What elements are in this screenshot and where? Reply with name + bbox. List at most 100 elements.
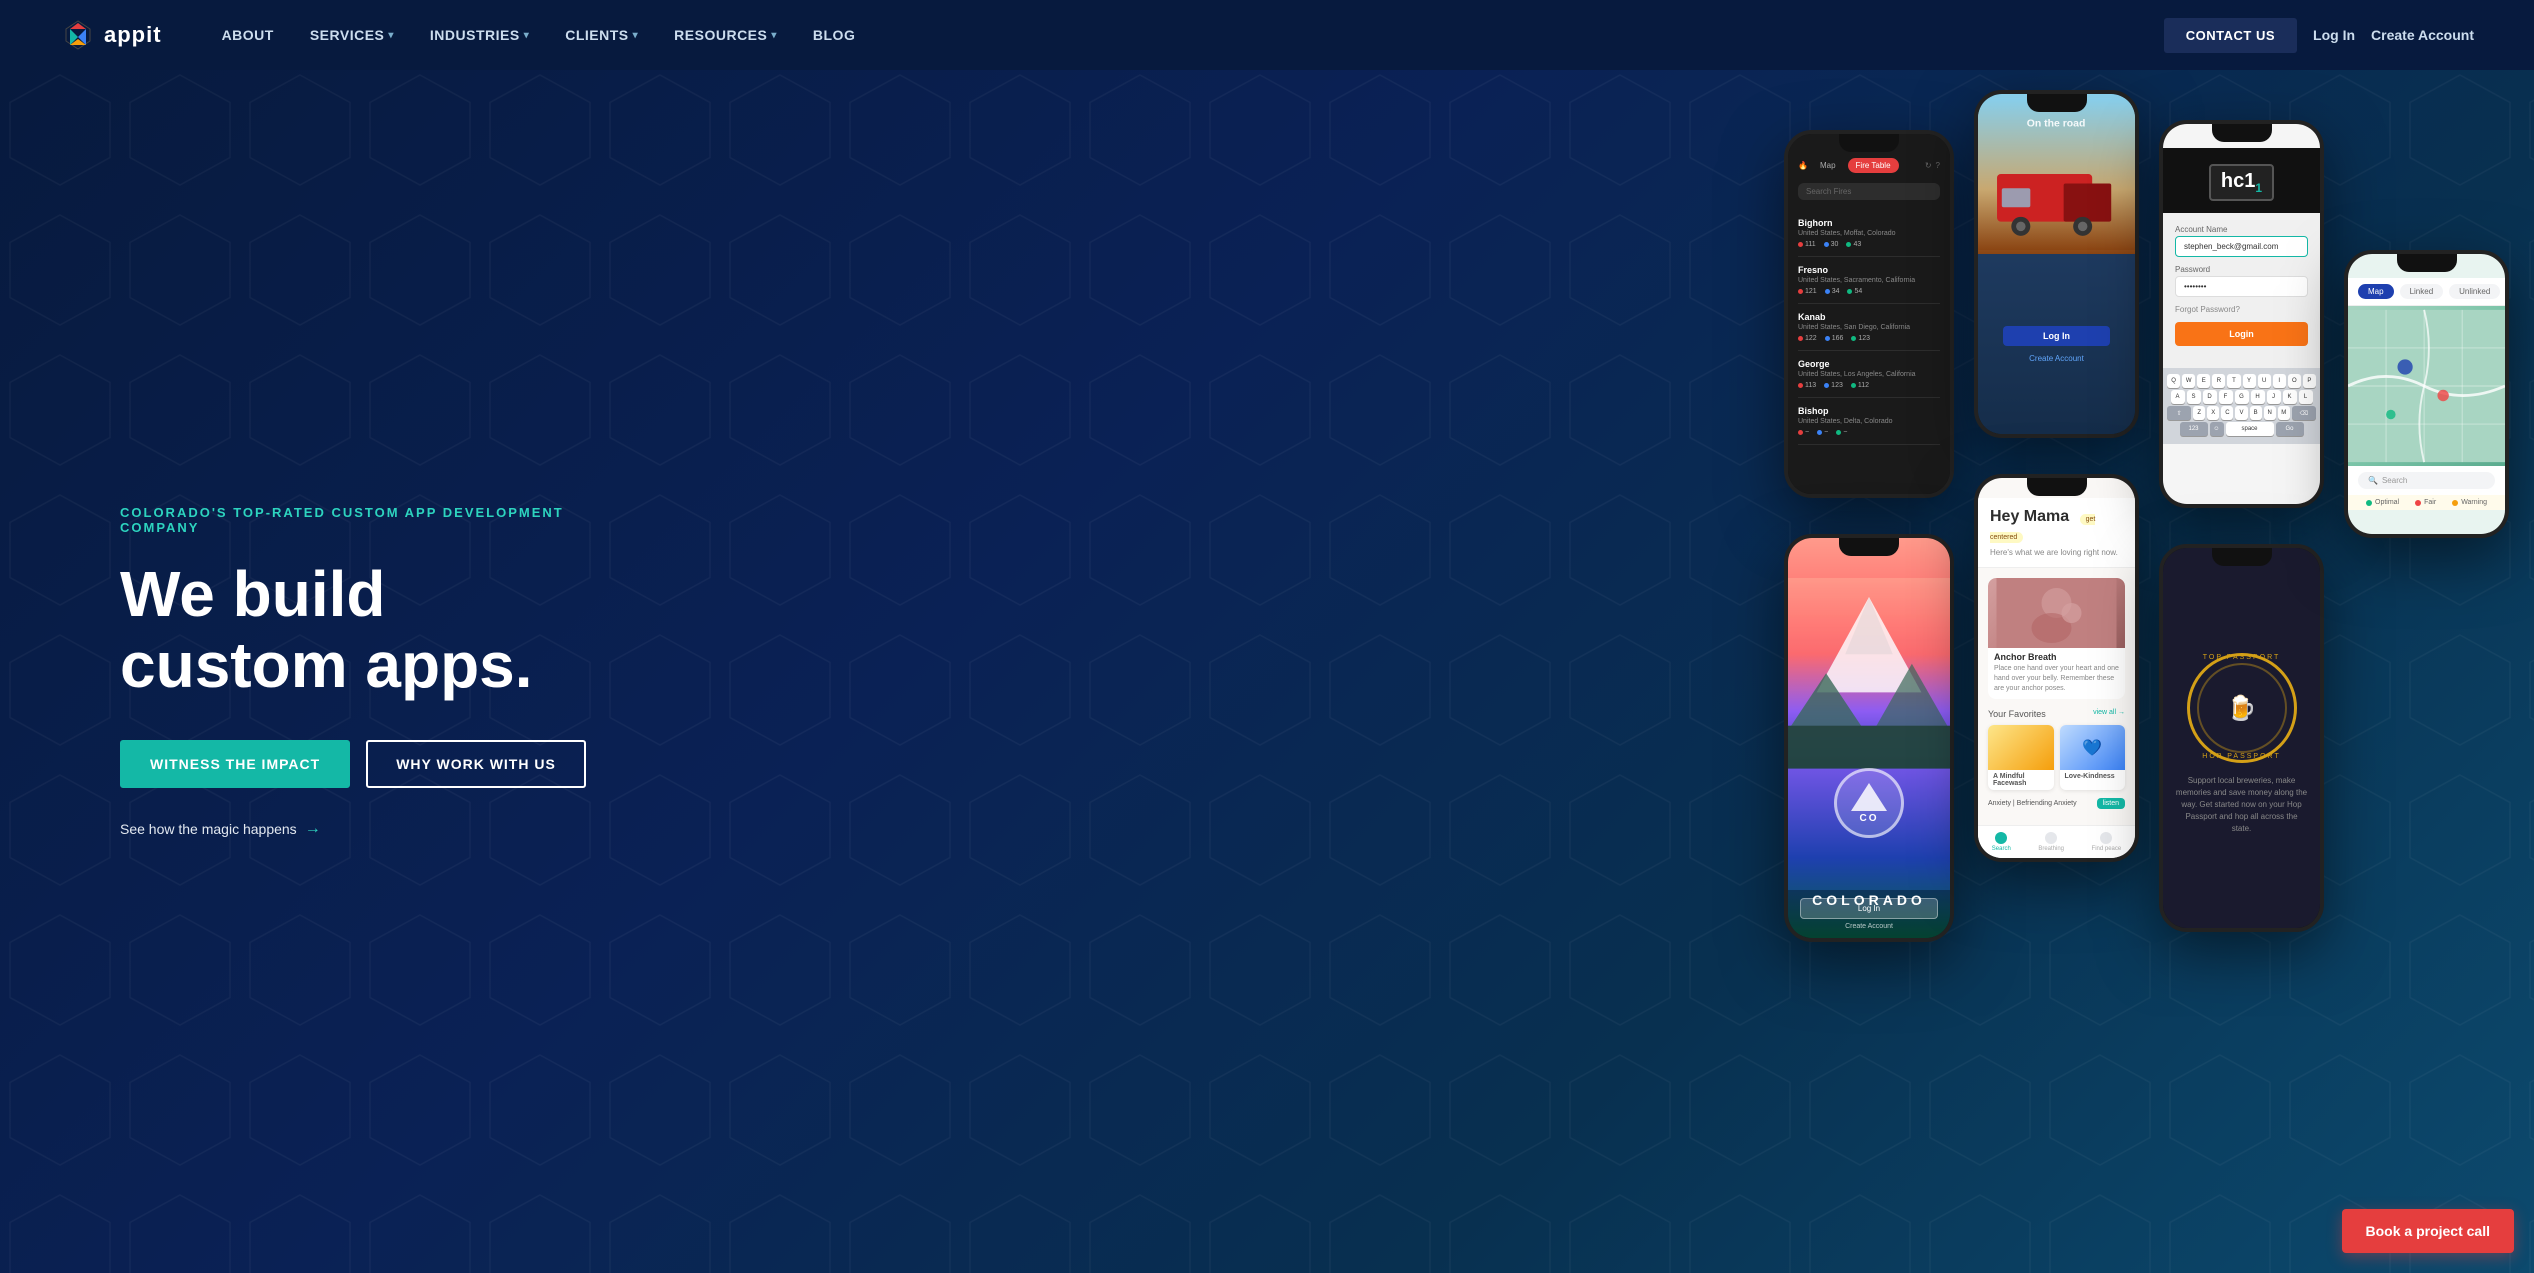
create-account-button[interactable]: Create Account (2371, 27, 2474, 43)
road-create-link[interactable]: Create Account (2029, 354, 2084, 363)
mama-fav-image-2: 💙 (2060, 725, 2126, 770)
hc1-key-d[interactable]: D (2203, 390, 2217, 404)
hc1-key-n[interactable]: N (2264, 406, 2276, 420)
hc1-key-s[interactable]: S (2187, 390, 2201, 404)
fire-refresh-icon: ↻ (1925, 161, 1932, 170)
mama-anchor-desc: Place one hand over your heart and one h… (1988, 664, 2125, 699)
phone-col-1: 🔥 Map Fire Table ↻ ? Search Fires Bighor… (1784, 130, 1954, 942)
fire-tab-table[interactable]: Fire Table (1848, 158, 1899, 173)
co-create-link[interactable]: Create Account (1800, 923, 1938, 930)
hc1-key-z[interactable]: Z (2193, 406, 2205, 420)
hc1-key-delete[interactable]: ⌫ (2292, 406, 2316, 420)
optimal-dot-icon (2366, 500, 2372, 506)
hc1-key-g[interactable]: G (2235, 390, 2249, 404)
hc1-key-row-2: A S D F G H J K L (2167, 390, 2316, 404)
passport-desc-text: Support local breweries, make memories a… (2175, 775, 2308, 835)
hc1-key-return[interactable]: Go (2276, 422, 2304, 436)
book-project-call-button[interactable]: Book a project call (2342, 1209, 2514, 1253)
mama-view-all-link[interactable]: view all → (2093, 709, 2125, 719)
hc1-key-f[interactable]: F (2219, 390, 2233, 404)
hc1-key-e[interactable]: E (2197, 374, 2210, 388)
mama-listen-button[interactable]: listen (2097, 798, 2125, 809)
nav-services[interactable]: SERVICES ▾ (310, 27, 394, 43)
nav-about[interactable]: ABOUT (222, 27, 274, 43)
hc1-key-j[interactable]: J (2267, 390, 2281, 404)
hc1-key-l[interactable]: L (2299, 390, 2313, 404)
map-tab-unlinked[interactable]: Unlinked (2449, 284, 2500, 299)
hc1-key-q[interactable]: Q (2167, 374, 2180, 388)
map-fair-label: Fair (2424, 499, 2436, 506)
map-search-placeholder: Search (2382, 476, 2407, 485)
phones-container: 🔥 Map Fire Table ↻ ? Search Fires Bighor… (1784, 70, 2534, 1273)
hc1-key-i[interactable]: I (2273, 374, 2286, 388)
hc1-key-b[interactable]: B (2250, 406, 2262, 420)
hc1-key-c[interactable]: C (2221, 406, 2233, 420)
hc1-key-r[interactable]: R (2212, 374, 2225, 388)
login-button[interactable]: Log In (2313, 27, 2355, 43)
hc1-key-p[interactable]: P (2303, 374, 2316, 388)
map-warning-indicator: Warning (2452, 499, 2487, 506)
why-work-with-us-button[interactable]: WHY WORK WITH US (366, 740, 586, 788)
map-tab-map[interactable]: Map (2358, 284, 2394, 299)
road-login-button[interactable]: Log In (2003, 326, 2109, 346)
map-screen: Map Linked Unlinked + (2348, 254, 2505, 534)
road-app-phone: On the road Log In Create Account (1974, 90, 2139, 438)
hc1-key-y[interactable]: Y (2243, 374, 2256, 388)
logo[interactable]: appit (60, 17, 162, 53)
hc1-key-o[interactable]: O (2288, 374, 2301, 388)
road-bottom: Log In Create Account (1978, 254, 2135, 434)
hc1-key-t[interactable]: T (2227, 374, 2240, 388)
hc1-key-x[interactable]: X (2207, 406, 2219, 420)
hc1-key-v[interactable]: V (2235, 406, 2247, 420)
fire-item-george: George United States, Los Angeles, Calif… (1798, 351, 1940, 398)
hc1-key-123[interactable]: 123 (2180, 422, 2208, 436)
nav-resources[interactable]: RESOURCES ▾ (674, 27, 777, 43)
hc1-key-k[interactable]: K (2283, 390, 2297, 404)
logo-icon (60, 17, 96, 53)
mama-nav-home[interactable]: Search (1992, 832, 2011, 852)
mama-image-svg (1988, 578, 2125, 648)
fire-tab-map[interactable]: Map (1812, 158, 1844, 173)
see-magic-link[interactable]: See how the magic happens → (120, 820, 640, 838)
nav-clients[interactable]: CLIENTS ▾ (565, 27, 638, 43)
hero-subtitle: COLORADO'S TOP-RATED CUSTOM APP DEVELOPM… (120, 505, 640, 535)
mama-nav-breath[interactable]: Breathing (2038, 832, 2064, 852)
nav-blog[interactable]: BLOG (813, 27, 855, 43)
hc1-header: hc11 (2163, 148, 2320, 213)
hc1-key-w[interactable]: W (2182, 374, 2195, 388)
fire-tabs: 🔥 Map Fire Table ↻ ? (1798, 158, 1940, 173)
mama-fav-grid: A Mindful Facewash 💙 Love-Kindness (1988, 725, 2125, 790)
map-app-phone: Map Linked Unlinked + (2344, 250, 2509, 538)
book-btn-container: Book a project call (2342, 1209, 2514, 1253)
mama-anchor-card: Anchor Breath Place one hand over your h… (1988, 578, 2125, 699)
mama-fav-item-2: 💙 Love-Kindness (2060, 725, 2126, 790)
hc1-key-u[interactable]: U (2258, 374, 2271, 388)
hc1-account-input[interactable]: stephen_beck@gmail.com (2175, 236, 2308, 257)
map-tab-linked[interactable]: Linked (2400, 284, 2444, 299)
hc1-password-input[interactable]: •••••••• (2175, 276, 2308, 297)
hc1-key-space[interactable]: space (2226, 422, 2274, 436)
mama-header: Hey Mama get centered Here's what we are… (1978, 498, 2135, 568)
nav-industries[interactable]: INDUSTRIES ▾ (430, 27, 529, 43)
hc1-key-shift[interactable]: ⇧ (2167, 406, 2191, 420)
hc1-key-row-4: 123 ☺ space Go (2167, 422, 2316, 436)
mama-fav-item-1: A Mindful Facewash (1988, 725, 2054, 790)
map-search-bar[interactable]: 🔍 Search (2358, 472, 2495, 489)
hc1-login-button[interactable]: Login (2175, 322, 2308, 346)
map-svg (2348, 306, 2505, 466)
hc1-key-emoji[interactable]: ☺ (2210, 422, 2224, 436)
hc1-key-a[interactable]: A (2171, 390, 2185, 404)
fire-search[interactable]: Search Fires (1798, 183, 1940, 200)
witness-impact-button[interactable]: WITNESS THE IMPACT (120, 740, 350, 788)
hc1-key-h[interactable]: H (2251, 390, 2265, 404)
mama-nav-pose[interactable]: Find peace (2092, 832, 2122, 852)
mama-content: Anchor Breath Place one hand over your h… (1978, 568, 2135, 849)
hc1-key-m[interactable]: M (2278, 406, 2290, 420)
resources-arrow-icon: ▾ (771, 30, 777, 41)
phone-notch-map (2397, 254, 2457, 272)
phone-notch-mama (2027, 478, 2087, 496)
hc1-forgot-password[interactable]: Forgot Password? (2175, 305, 2308, 314)
contact-us-button[interactable]: CONTACT US (2164, 18, 2297, 53)
map-visual (2348, 306, 2505, 466)
passport-screen: TOP PASSPORT 🍺 HOP PASSPORT Support loca… (2163, 548, 2320, 928)
